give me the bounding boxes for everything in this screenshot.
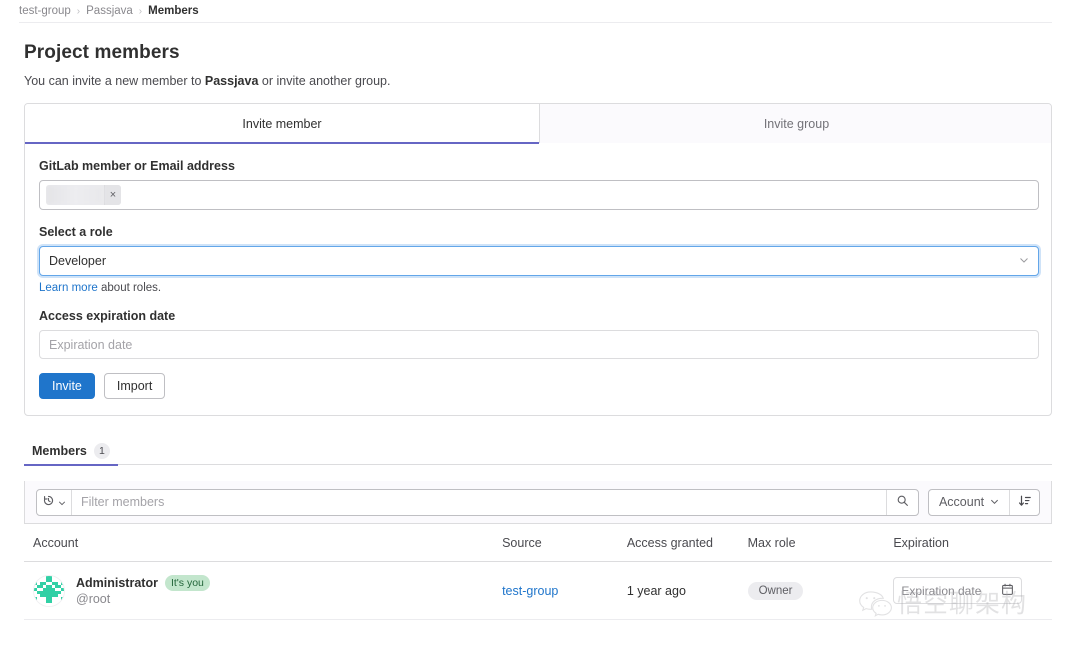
member-expiration-input[interactable]: Expiration date [893,577,1023,604]
calendar-icon [1001,583,1014,599]
its-you-badge: It's you [164,575,210,591]
member-access-granted-cell: 1 year ago [627,583,748,598]
member-source-link[interactable]: test-group [502,584,558,598]
breadcrumb: test-group › Passjava › Members [0,0,1080,22]
chevron-down-icon [990,495,999,509]
filter-bar: Filter members [36,488,919,516]
member-field-label: GitLab member or Email address [39,159,235,173]
invite-actions: Invite Import [39,373,1037,399]
member-token: × [46,185,121,205]
import-button-label: Import [116,379,153,393]
sort-field-dropdown[interactable]: Account [929,490,1009,515]
expiration-field-label: Access expiration date [39,309,176,323]
tab-invite-group-label: Invite group [763,116,830,131]
member-handle: @root [76,592,111,606]
members-toolbar: Filter members Account [24,481,1052,524]
sort-direction-button[interactable] [1009,489,1039,515]
tab-invite-group[interactable]: Invite group [539,104,1051,143]
sort-controls: Account [927,488,1040,516]
search-icon [896,494,909,510]
members-count-badge: 1 [93,442,110,459]
member-expiration-placeholder: Expiration date [901,583,982,598]
learn-more-link[interactable]: Learn more [39,282,98,294]
project-members-page: test-group › Passjava › Members Project … [0,0,1080,659]
breadcrumb-item-group[interactable]: test-group [19,5,71,17]
page-description-suffix: or invite another group. [258,74,391,88]
member-input[interactable]: × [39,180,1039,210]
import-button[interactable]: Import [103,373,166,399]
table-row: Administrator It's you @root test-group … [24,562,1052,620]
tab-invite-member[interactable]: Invite member [25,104,539,144]
search-button[interactable] [885,489,918,515]
filter-history-button[interactable] [37,489,72,515]
role-select-value: Developer [49,254,106,268]
invite-button-label: Invite [52,379,82,393]
breadcrumb-item-current: Members [148,5,199,17]
role-helper-rest: about roles. [97,282,162,294]
member-expiration-cell: Expiration date [893,577,1043,604]
invite-button[interactable]: Invite [39,373,95,399]
column-header-access-granted: Access granted [626,535,713,550]
history-icon [42,494,55,510]
column-header-expiration: Expiration [893,535,949,550]
member-max-role-cell: Owner [747,581,894,600]
breadcrumb-separator: › [138,5,143,17]
avatar [33,574,65,607]
expiration-date-input[interactable]: Expiration date [39,330,1039,359]
breadcrumb-divider [19,22,1052,23]
column-header-account: Account [33,535,79,550]
tab-members-label: Members [32,443,87,458]
max-role-badge: Owner [747,581,804,600]
member-access-granted: 1 year ago [626,584,686,598]
role-field-label: Select a role [39,225,113,239]
member-token-text [46,185,104,205]
chevron-down-icon [1019,255,1029,267]
role-select[interactable]: Developer [39,246,1039,276]
role-helper-text: Learn more about roles. [39,282,1037,294]
members-table-header: Account Source Access granted Max role E… [24,524,1052,562]
member-token-remove-icon[interactable]: × [104,185,121,205]
column-header-source: Source [502,535,542,550]
column-header-max-role: Max role [747,535,796,550]
page-description: You can invite a new member to Passjava … [24,74,390,88]
member-name-row: Administrator It's you [76,575,210,591]
invite-card: Invite member Invite group GitLab member… [24,103,1052,416]
members-table: Account Source Access granted Max role E… [24,524,1052,620]
invite-tablist: Invite member Invite group [25,104,1051,144]
page-description-project: Passjava [204,74,259,88]
invite-form: GitLab member or Email address × Select … [25,143,1051,399]
filter-members-placeholder: Filter members [81,495,165,509]
tab-invite-member-label: Invite member [242,116,322,131]
expiration-date-placeholder: Expiration date [49,337,133,352]
page-title: Project members [24,42,180,63]
members-tablist: Members 1 [24,436,1052,466]
member-source-cell: test-group [502,583,627,598]
breadcrumb-item-project[interactable]: Passjava [86,5,133,17]
member-name[interactable]: Administrator [76,576,158,590]
tab-members[interactable]: Members 1 [24,436,118,466]
page-description-prefix: You can invite a new member to [24,74,205,88]
sort-ascending-icon [1018,494,1032,511]
member-identity: Administrator It's you @root [76,575,210,606]
chevron-down-icon [58,495,66,510]
identicon-icon [34,575,64,606]
member-account-cell: Administrator It's you @root [33,574,502,607]
breadcrumb-separator: › [76,5,81,17]
filter-members-input[interactable]: Filter members [72,490,886,515]
sort-field-label: Account [938,495,985,509]
